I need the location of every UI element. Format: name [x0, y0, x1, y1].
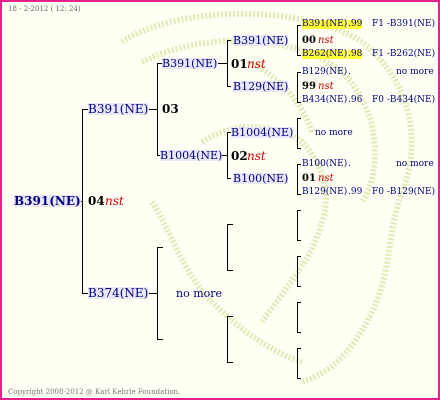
timestamp: 18 - 2-2012 ( 12: 24): [8, 5, 81, 13]
connector-gen2-upper: [149, 109, 157, 110]
gen4-r1-link[interactable]: B391(NE): [302, 20, 348, 29]
tick: [297, 194, 301, 195]
tick: [297, 378, 301, 379]
gen4-r6-ref: F0 -B129(NE): [372, 187, 436, 197]
bracket-gen4: [297, 302, 298, 332]
root-year: 04: [88, 194, 105, 208]
gen4-r6-link[interactable]: B129(NE): [302, 188, 347, 197]
bracket-gen4: [297, 210, 298, 240]
dam-link[interactable]: B374(NE): [88, 287, 149, 299]
pedigree-panel: 18 - 2-2012 ( 12: 24) B391(NE) B391(NE) …: [0, 0, 440, 400]
gen4-r6-pct: .99: [348, 187, 363, 197]
tick: [297, 55, 301, 56]
gen3-a2-year: 99: [302, 81, 316, 92]
gen4-r1-ref: F1 -B391(NE): [372, 19, 436, 29]
gen3-b1-no-more: no more: [315, 128, 353, 138]
gen4-r4-pct: .96: [348, 95, 363, 105]
gen3-a1-nst: nst: [318, 35, 334, 46]
tick: [227, 40, 231, 41]
tick: [297, 25, 301, 26]
root-nst: nst: [105, 194, 124, 208]
bracket-gen1: [82, 109, 83, 294]
tick: [227, 270, 233, 271]
tick: [157, 247, 163, 248]
gen2-b-year: 02: [231, 149, 248, 163]
tick: [297, 118, 301, 119]
gen4-r2-ref: F1 -B262(NE): [372, 49, 436, 59]
bracket-gen2-lower: [157, 247, 158, 339]
gen3-a1-link[interactable]: B391(NE): [233, 35, 289, 46]
gen4-r5-link[interactable]: B100(NE): [302, 160, 347, 169]
bracket-gen3-d: [227, 316, 228, 362]
tick: [227, 224, 233, 225]
bracket-gen4: [297, 348, 298, 378]
gen4-r5-dot: .: [348, 159, 351, 169]
bracket-gen4: [297, 25, 298, 55]
bracket-gen3-b: [227, 132, 228, 179]
tick: [297, 148, 301, 149]
tick: [227, 316, 233, 317]
bracket-gen4: [297, 118, 298, 148]
connector-gen2-lower: [149, 293, 157, 294]
tick: [157, 339, 163, 340]
connector-gen3-a: [218, 63, 227, 64]
gen4-r3-no-more: no more: [396, 67, 434, 77]
tick: [297, 348, 301, 349]
gen2-a-nst: nst: [247, 57, 266, 71]
dam-no-more: no more: [176, 287, 223, 300]
gen3-b2-link[interactable]: B100(NE): [233, 173, 289, 184]
gen3-b1-link[interactable]: B1004(NE): [231, 127, 294, 138]
root-queen-link[interactable]: B391(NE): [14, 195, 81, 207]
bracket-gen4: [297, 72, 298, 102]
gen4-r1-pct: .99: [348, 19, 363, 29]
gen4-r4-ref: F0 -B434(NE): [372, 95, 436, 105]
copyright: Copyright 2008-2012 @ Karl Kehrle Founda…: [8, 388, 181, 396]
gen4-r2-link[interactable]: B262(NE): [302, 50, 348, 59]
tick: [227, 86, 231, 87]
bracket-gen2-upper: [157, 63, 158, 156]
tick: [297, 256, 301, 257]
gen2-b-link[interactable]: B1004(NE): [160, 150, 223, 161]
gen3-a2-nst: nst: [318, 81, 334, 92]
tick: [297, 240, 301, 241]
tick: [297, 102, 301, 103]
tick: [297, 72, 301, 73]
gen2-b-nst: nst: [247, 149, 266, 163]
gen2-a-year: 01: [231, 57, 248, 71]
gen2-a-link[interactable]: B391(NE): [162, 58, 218, 69]
tick: [297, 332, 301, 333]
sire-year: 03: [162, 102, 179, 116]
tick: [227, 178, 231, 179]
bracket-gen3-c: [227, 224, 228, 270]
bracket-gen4: [297, 256, 298, 286]
bracket-gen4: [297, 164, 298, 194]
gen4-r3-dot: .: [348, 67, 351, 77]
sire-link[interactable]: B391(NE): [88, 103, 149, 115]
tick: [227, 362, 233, 363]
gen3-a2-link[interactable]: B129(NE): [233, 81, 289, 92]
gen3-b2-nst: nst: [318, 173, 334, 184]
gen4-r2-pct: .98: [348, 49, 363, 59]
gen3-b2-year: 01: [302, 173, 316, 184]
gen4-r3-link[interactable]: B129(NE): [302, 68, 347, 77]
gen3-a1-year: 00: [302, 35, 316, 46]
gen4-r5-no-more: no more: [396, 159, 434, 169]
tick: [297, 302, 301, 303]
bracket-gen3-a: [227, 40, 228, 87]
gen4-r4-link[interactable]: B434(NE): [302, 96, 347, 105]
tick: [297, 210, 301, 211]
tick: [297, 286, 301, 287]
tick: [297, 164, 301, 165]
